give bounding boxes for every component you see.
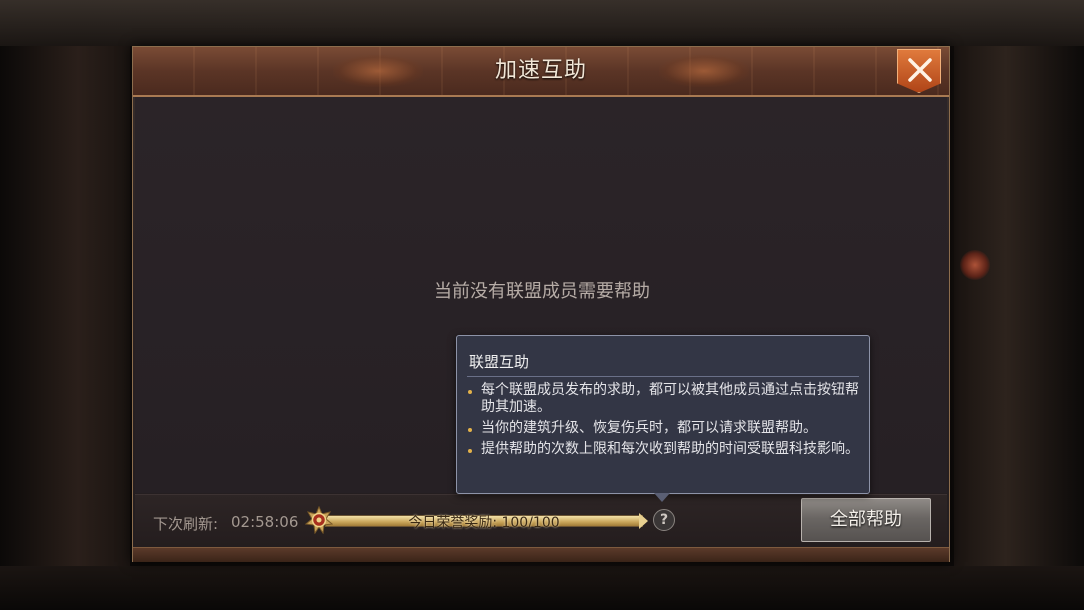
empty-message: 当前没有联盟成员需要帮助 [434,281,650,302]
refresh-label: 下次刷新: [153,515,219,533]
tooltip-item: 提供帮助的次数上限和每次收到帮助的时间受联盟科技影响。 [467,441,859,458]
tooltip-pointer [654,493,670,502]
dialog-title: 加速互助 [494,58,587,83]
background-right [954,46,1084,566]
bullet-icon [468,449,472,453]
help-all-button[interactable]: 全部帮助 [801,498,931,542]
refresh-countdown: 02:58:06 [231,513,299,531]
bullet-icon [468,390,472,394]
close-x-icon [908,58,932,82]
dialog-footer: 下次刷新: 02:58:06 今日荣誉奖励: 100/100 ? 全部帮助 [135,494,947,547]
tooltip-item-text: 每个联盟成员发布的求助，都可以被其他成员通过点击按钮帮助其加速。 [481,382,859,415]
tooltip-item: 当你的建筑升级、恢复伤兵时，都可以请求联盟帮助。 [467,420,859,437]
tooltip-item: 每个联盟成员发布的求助，都可以被其他成员通过点击按钮帮助其加速。 [467,382,859,416]
background-bottom [0,566,1084,610]
tooltip-list: 每个联盟成员发布的求助，都可以被其他成员通过点击按钮帮助其加速。 当你的建筑升级… [467,382,859,462]
dialog-header: 加速互助 [133,47,949,97]
tooltip-item-text: 提供帮助的次数上限和每次收到帮助的时间受联盟科技影响。 [481,441,859,457]
background-top [0,0,1084,46]
honor-progress-text: 今日荣誉奖励: 100/100 [408,515,560,531]
info-help-icon[interactable]: ? [653,509,675,531]
alliance-help-tooltip: 联盟互助 每个联盟成员发布的求助，都可以被其他成员通过点击按钮帮助其加速。 当你… [456,335,870,494]
bullet-icon [468,428,472,432]
dialog-bottom-border [133,547,949,562]
tooltip-divider [467,376,859,377]
tooltip-item-text: 当你的建筑升级、恢复伤兵时，都可以请求联盟帮助。 [481,420,817,436]
background-left [0,46,130,566]
tooltip-title: 联盟互助 [469,353,530,371]
background-lamp [960,250,990,280]
